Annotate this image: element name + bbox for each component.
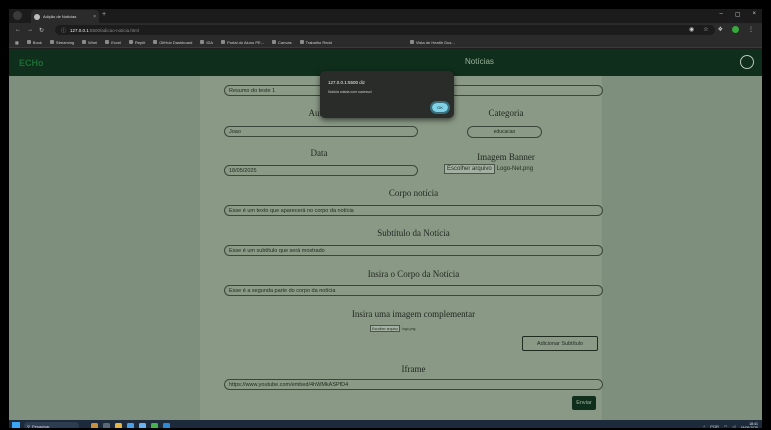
add-subtitle-button[interactable]: Adicionar Subtítulo — [522, 336, 598, 351]
taskbar: ⚲ Pesquisar ^ POR ◠ ◁ 18:41 18/05/2025 — [9, 420, 762, 429]
alert-message: Notícia criada com sucesso! — [328, 90, 372, 94]
new-tab-button[interactable]: + — [102, 11, 106, 18]
profile-avatar[interactable] — [732, 26, 739, 33]
maximize-button[interactable]: ▢ — [735, 11, 741, 18]
search-icon: ⚲ — [27, 423, 30, 429]
imgcomp-file-name: logo.png — [402, 326, 416, 331]
menu-icon[interactable]: ⋮ — [748, 26, 754, 33]
nav-link[interactable]: Notícias — [465, 57, 494, 66]
github-icon — [153, 40, 158, 44]
bookmark-icon — [409, 40, 414, 44]
corpo2-input[interactable]: Esse é a segunda parte do corpo da notíc… — [224, 285, 603, 296]
chevron-up-icon[interactable]: ^ — [703, 424, 705, 429]
chrome-icon[interactable] — [151, 422, 158, 428]
user-icon[interactable] — [740, 55, 754, 69]
minimize-button[interactable]: – — [719, 11, 722, 18]
imgcomp-label: Insira uma imagem complementar — [351, 309, 476, 319]
file-explorer-icon[interactable] — [115, 422, 122, 428]
bookmark-item[interactable]: Wirel — [82, 40, 97, 45]
wifi-icon[interactable]: ◠ — [724, 424, 728, 429]
bookmark-item[interactable]: Replit — [129, 40, 145, 45]
puzzle-icon[interactable]: ❖ — [718, 26, 723, 33]
task-view-icon[interactable] — [103, 422, 110, 428]
bookmark-item[interactable]: Portal do Aluno PE... — [221, 40, 264, 45]
bookmarks-bar: ▦ Book Streaming Wirel Excel Replit GitH… — [9, 37, 762, 48]
bookmark-item[interactable]: GitHub Dashboard — [153, 40, 192, 45]
taskbar-search[interactable]: ⚲ Pesquisar — [24, 422, 79, 429]
clock[interactable]: 18:41 18/05/2025 — [740, 422, 758, 428]
check-icon[interactable] — [139, 422, 146, 428]
browser-window: Adição de Notícias × + – ▢ × ← → ↻ ⓘ 127… — [7, 7, 764, 430]
autor-input[interactable]: Joao — [224, 126, 418, 137]
edge-icon[interactable] — [127, 422, 134, 428]
vscode-icon[interactable] — [163, 422, 170, 428]
bookmark-item[interactable]: Vista de Health Gus... — [409, 40, 455, 45]
back-icon[interactable]: ← — [15, 27, 21, 33]
data-label: Data — [310, 148, 328, 158]
page-viewport: ECHo Notícias Resumo do teste 1 Autor Ca… — [9, 49, 762, 420]
corpo2-label: Insira o Corpo da Notícia — [367, 269, 460, 279]
tab-strip: Adição de Notícias × + – ▢ × — [9, 9, 762, 23]
tab-active[interactable]: Adição de Notícias × — [31, 10, 99, 23]
bookmark-icon — [105, 40, 110, 44]
bookmark-item[interactable]: Book — [26, 40, 42, 45]
data-input[interactable]: 18/05/2025 — [224, 165, 418, 176]
bookmark-icon — [221, 40, 226, 44]
bookmark-icon — [82, 40, 87, 44]
alert-title: 127.0.0.1:5500 diz — [328, 80, 366, 85]
subtitulo-label: Subtítulo da Notícia — [377, 228, 450, 238]
banner-choose-button[interactable]: Escolher arquivo — [444, 164, 495, 174]
language-indicator[interactable]: POR — [710, 424, 719, 429]
categoria-select[interactable]: educacao — [467, 126, 542, 138]
subtitulo-input[interactable]: Esse é um subtítulo que será mostrado — [224, 245, 603, 256]
apps-icon[interactable]: ▦ — [15, 40, 19, 45]
view-icon[interactable]: ◉ — [689, 26, 694, 33]
system-tray: ^ POR ◠ ◁ 18:41 18/05/2025 — [703, 422, 758, 429]
bookmark-item[interactable]: Canvas — [272, 40, 292, 45]
bookmark-icon — [129, 40, 134, 44]
corpo-label: Corpo notícia — [388, 188, 439, 198]
bookmark-item[interactable]: IDA — [200, 40, 213, 45]
banner-label: Imagem Banner — [477, 152, 535, 162]
close-tab-icon[interactable]: × — [93, 14, 96, 20]
widgets-icon[interactable] — [91, 422, 98, 428]
alert-ok-button[interactable]: OK — [430, 101, 450, 114]
bookmark-item[interactable]: Streaming — [49, 40, 74, 45]
star-icon[interactable]: ☆ — [703, 26, 708, 33]
imgcomp-file-input[interactable]: Escolher arquivo logo.png — [370, 325, 416, 332]
github-icon — [299, 40, 304, 44]
window-controls: – ▢ × — [719, 11, 756, 18]
toolbar: ← → ↻ ⓘ 127.0.0.1 :5500/adicao-noticia.h… — [9, 23, 762, 37]
windows-start-icon[interactable] — [12, 422, 20, 428]
site-info-icon[interactable]: ⓘ — [61, 27, 66, 34]
toolbar-right: ◉ ☆ ❖ ⋮ — [689, 26, 754, 33]
bookmark-icon — [272, 40, 276, 44]
bookmark-item[interactable]: Excel — [105, 40, 121, 45]
reload-icon[interactable]: ↻ — [39, 27, 44, 34]
site-logo[interactable]: ECHo — [19, 58, 44, 68]
globe-icon — [34, 13, 40, 20]
send-button[interactable]: Enviar — [572, 396, 596, 410]
volume-icon[interactable]: ◁ — [732, 424, 735, 429]
url-path: :5500/adicao-noticia.html — [88, 27, 139, 33]
news-form: Resumo do teste 1 Autor Categoria Joao e… — [200, 76, 603, 420]
alert-dialog: 127.0.0.1:5500 diz Notícia criada com su… — [320, 71, 454, 118]
bookmark-item[interactable]: Trabalho Redd — [299, 40, 332, 45]
tab-search-icon[interactable] — [13, 11, 22, 20]
imgcomp-choose-button[interactable]: Escolher arquivo — [370, 325, 401, 332]
url-host: 127.0.0.1 — [70, 27, 89, 33]
tab-title: Adição de Notícias — [43, 14, 77, 19]
bookmark-icon — [200, 40, 205, 44]
folder-icon — [26, 40, 31, 44]
banner-file-input[interactable]: Escolher arquivo Logo-Net.png — [444, 164, 533, 174]
iframe-label: Iframe — [401, 364, 426, 374]
taskbar-apps — [91, 422, 170, 428]
iframe-input[interactable]: https://www.youtube.com/embed/4hWMkASPfD… — [224, 379, 603, 390]
banner-file-name: Logo-Net.png — [496, 166, 534, 172]
forward-icon[interactable]: → — [27, 27, 33, 33]
address-bar[interactable]: ⓘ 127.0.0.1 :5500/adicao-noticia.html — [55, 25, 715, 35]
corpo-input[interactable]: Esse é um texto que aparecerá no corpo d… — [224, 205, 603, 216]
close-window-button[interactable]: × — [752, 11, 756, 18]
folder-icon — [49, 40, 54, 44]
